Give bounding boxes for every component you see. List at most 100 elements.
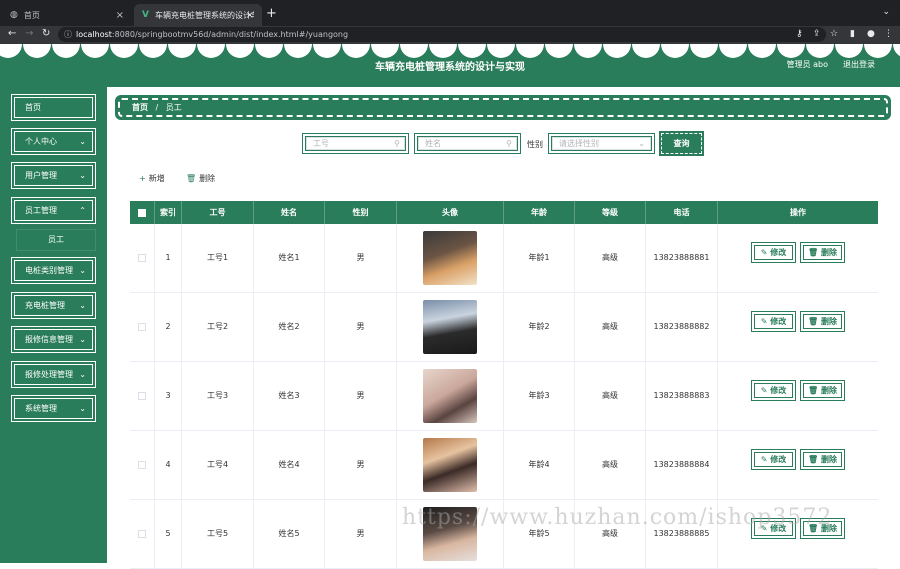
scallop-shape	[371, 44, 399, 58]
name-input[interactable]	[418, 137, 517, 150]
back-icon[interactable]: ←	[8, 28, 16, 39]
avatar-cell	[397, 293, 504, 361]
close-icon[interactable]: ×	[116, 10, 124, 21]
chevron-down-icon: ⌄	[79, 137, 86, 146]
batch-delete-button[interactable]: 🗑 删除	[186, 173, 215, 184]
star-icon[interactable]: ☆	[830, 29, 838, 39]
app-title: 车辆充电桩管理系统的设计与实现	[375, 62, 525, 73]
delete-button[interactable]: 🗑 删除	[800, 449, 845, 470]
cell-gender: 男	[325, 362, 397, 430]
tab-title: 车辆充电桩管理系统的设计与实现	[154, 10, 254, 20]
edit-button[interactable]: ✎ 修改	[751, 380, 796, 401]
chevron-down-icon: ⌄	[79, 171, 86, 180]
sidebar-item-pile-category[interactable]: 电桩类别管理 ⌄	[11, 257, 96, 284]
avatar[interactable]	[423, 300, 477, 354]
edit-label: 修改	[770, 455, 787, 464]
close-icon[interactable]: ×	[246, 10, 254, 21]
cell-gender: 男	[325, 224, 397, 292]
globe-icon: ◍	[10, 10, 18, 20]
avatar[interactable]	[423, 231, 477, 285]
cell-level: 高级	[575, 431, 646, 499]
sidebar-item-repair-info[interactable]: 报修信息管理 ⌄	[11, 326, 96, 353]
sidebar-item-home[interactable]: 首页	[11, 94, 96, 121]
scallop-shape	[284, 44, 312, 58]
browser-tab-active[interactable]: V 车辆充电桩管理系统的设计与实现 ×	[134, 4, 262, 26]
edit-button[interactable]: ✎ 修改	[751, 242, 796, 263]
column-header-actions: 操作	[790, 208, 806, 217]
sidebar-item-label: 电桩类别管理	[25, 266, 73, 275]
reload-icon[interactable]: ↻	[42, 28, 50, 39]
browser-tab-bar: ◍ 首页 × V 车辆充电桩管理系统的设计与实现 × + ⌄	[0, 0, 900, 26]
row-checkbox[interactable]	[138, 253, 146, 262]
chevron-down-icon: ⌄	[79, 266, 86, 275]
breadcrumb-home[interactable]: 首页	[132, 103, 148, 112]
staff-id-input[interactable]	[306, 137, 405, 150]
sidebar-item-charging-pile[interactable]: 充电桩管理 ⌄	[11, 292, 96, 319]
sidebar-item-profile[interactable]: 个人中心 ⌄	[11, 128, 96, 155]
scallop-shape	[516, 44, 544, 58]
row-checkbox[interactable]	[138, 460, 146, 469]
table-row[interactable]: 3 工号3 姓名3 男年龄3 高级 13823888883 ✎ 修改 🗑 删除	[130, 362, 878, 431]
chevron-up-icon: ⌃	[79, 206, 86, 215]
sidebar-item-label: 员工管理	[25, 206, 57, 215]
row-select-cell	[130, 362, 155, 430]
row-checkbox[interactable]	[138, 529, 146, 538]
url-field[interactable]: ⓘ localhost:8080/springbootmv56d/admin/d…	[58, 27, 826, 42]
current-user: 管理员 abo	[786, 60, 828, 69]
cell-phone: 13823888881	[646, 224, 718, 292]
trash-icon: 🗑	[808, 386, 821, 395]
add-button[interactable]: + 新增	[139, 173, 165, 184]
breadcrumb: 首页 / 员工	[115, 95, 891, 120]
delete-button[interactable]: 🗑 删除	[800, 380, 845, 401]
cell-level: 高级	[575, 293, 646, 361]
sidebar-item-label: 报修信息管理	[25, 335, 73, 344]
gender-label: 性别	[527, 140, 543, 149]
address-bar: ← → ↻ ⓘ localhost:8080/springbootmv56d/a…	[0, 26, 900, 44]
sidebar-item-staff[interactable]: 员工管理 ⌃	[11, 197, 96, 224]
scallop-shape	[864, 44, 892, 58]
cell-level: 高级	[575, 224, 646, 292]
sidebar-subitem-staff[interactable]: 员工	[16, 229, 96, 251]
cell-name: 姓名4	[254, 431, 325, 499]
forward-icon[interactable]: →	[25, 28, 33, 39]
search-icon: ⚲	[506, 139, 512, 148]
gender-select-input[interactable]	[552, 137, 651, 150]
query-button[interactable]: 查询	[659, 131, 704, 156]
sidebar-item-label: 充电桩管理	[25, 301, 65, 310]
new-tab-icon[interactable]: +	[266, 6, 277, 21]
sidebar-item-repair-handling[interactable]: 报修处理管理 ⌄	[11, 361, 96, 388]
column-header-name: 姓名	[254, 201, 325, 224]
table-row[interactable]: 1 工号1 姓名1 男年龄1 高级 13823888881 ✎ 修改 🗑 删除	[130, 224, 878, 293]
search-icon: ⚲	[394, 139, 400, 148]
cell-name: 姓名1	[254, 224, 325, 292]
table-row[interactable]: 4 工号4 姓名4 男年龄4 高级 13823888884 ✎ 修改 🗑 删除	[130, 431, 878, 500]
sidebar-item-users[interactable]: 用户管理 ⌄	[11, 162, 96, 189]
select-all-checkbox[interactable]	[138, 208, 146, 217]
delete-button[interactable]: 🗑 删除	[800, 242, 845, 263]
avatar[interactable]	[423, 369, 477, 423]
sidebar-item-system[interactable]: 系统管理 ⌄	[11, 395, 96, 422]
scallop-shape	[835, 44, 863, 58]
edit-icon: ✎	[760, 386, 771, 395]
table-row[interactable]: 2 工号2 姓名2 男年龄2 高级 13823888882 ✎ 修改 🗑 删除	[130, 293, 878, 362]
app-header: 车辆充电桩管理系统的设计与实现 管理员 abo 退出登录	[0, 44, 900, 87]
edit-button[interactable]: ✎ 修改	[751, 449, 796, 470]
table-header: 索引 工号 姓名 性别 头像 年龄 等级 电话 操作	[130, 201, 878, 224]
menu-dots-icon[interactable]: ⋮	[884, 29, 893, 39]
browser-tab-home[interactable]: ◍ 首页 ×	[2, 4, 132, 26]
sidepanel-icon[interactable]: ▮	[850, 29, 855, 39]
chevron-down-icon[interactable]: ⌄	[882, 7, 890, 17]
edit-button[interactable]: ✎ 修改	[751, 311, 796, 332]
chevron-down-icon: ⌄	[79, 335, 86, 344]
logout-link[interactable]: 退出登录	[843, 59, 875, 70]
share-icon[interactable]: ⇪	[813, 29, 821, 39]
cell-id: 工号2	[182, 293, 254, 361]
delete-button[interactable]: 🗑 删除	[800, 311, 845, 332]
row-checkbox[interactable]	[138, 322, 146, 331]
cell-id: 工号5	[182, 500, 254, 568]
profile-icon[interactable]: ●	[867, 29, 875, 39]
actions-cell: ✎ 修改 🗑 删除	[718, 293, 878, 361]
avatar[interactable]	[423, 438, 477, 492]
key-icon[interactable]: ⚷	[796, 29, 803, 39]
row-checkbox[interactable]	[138, 391, 146, 400]
